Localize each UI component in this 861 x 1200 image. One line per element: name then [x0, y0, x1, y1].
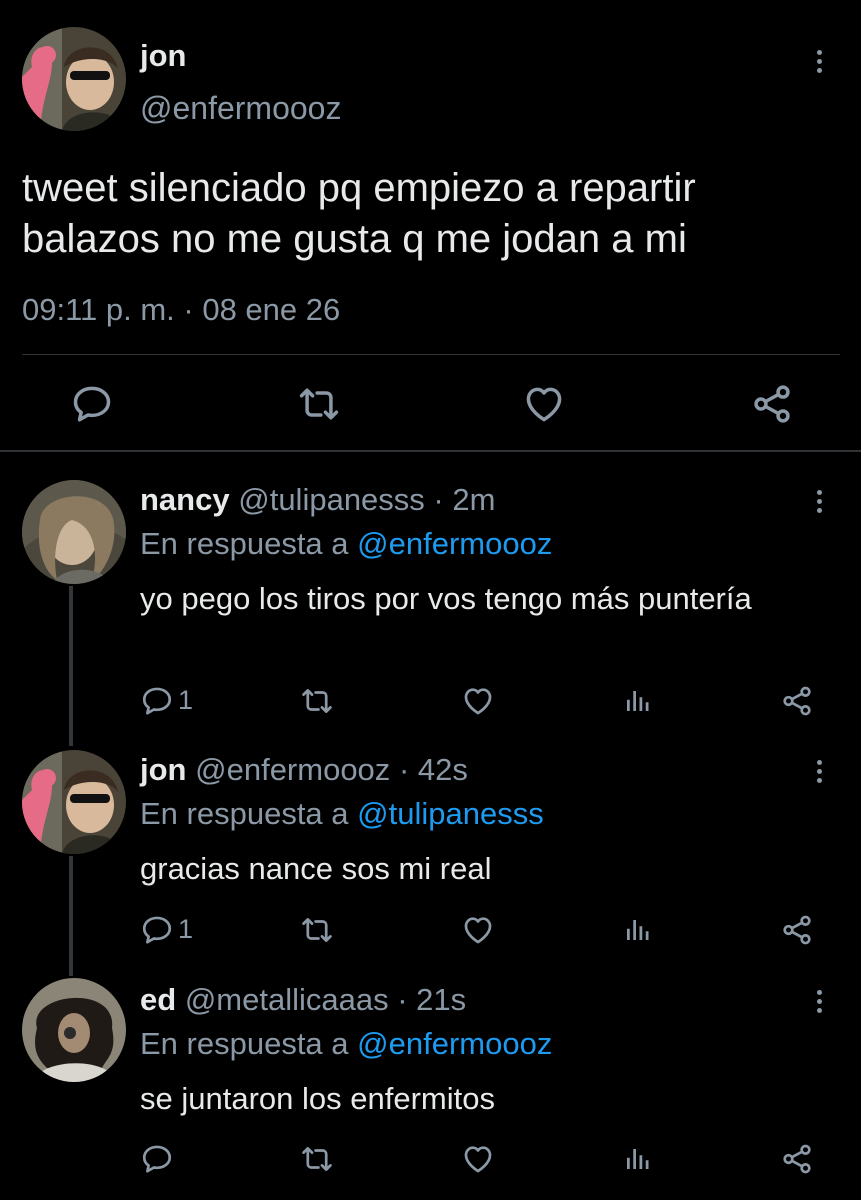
reply-text: yo pego los tiros por vos tengo más punt…	[140, 581, 752, 616]
replying-to: En respuesta a @tulipanesss	[140, 796, 544, 832]
avatar-reply[interactable]	[22, 978, 126, 1082]
heart-icon[interactable]	[522, 382, 566, 426]
reply-time: · 42s	[398, 752, 468, 787]
reply-count: 1	[178, 914, 194, 944]
reply-author-name[interactable]: jon	[140, 752, 187, 787]
heart-icon[interactable]	[461, 1142, 495, 1176]
divider	[0, 450, 861, 452]
replying-to-prefix: En respuesta a	[140, 796, 349, 831]
reply-header[interactable]: nancy @tulipanesss · 2m	[140, 482, 495, 518]
mention-link[interactable]: @enfermoooz	[357, 526, 552, 561]
replying-to: En respuesta a @enfermoooz	[140, 1026, 552, 1062]
reply-header[interactable]: ed @metallicaaas · 21s	[140, 982, 466, 1018]
replying-to-prefix: En respuesta a	[140, 1026, 349, 1061]
replying-to-prefix: En respuesta a	[140, 526, 349, 561]
reply-time: · 2m	[433, 482, 496, 517]
author-handle[interactable]: @enfermoooz	[140, 90, 341, 127]
reply-author-name[interactable]: ed	[140, 982, 176, 1017]
replying-to: En respuesta a @enfermoooz	[140, 526, 552, 562]
retweet-icon[interactable]	[300, 684, 334, 718]
analytics-icon[interactable]	[622, 686, 652, 716]
reply-icon[interactable]	[70, 382, 114, 426]
more-vertical-icon[interactable]	[810, 48, 830, 76]
avatar-main[interactable]	[22, 27, 126, 131]
reply-count: 1	[178, 685, 194, 715]
reply-time: · 21s	[397, 982, 467, 1017]
reply-author-handle[interactable]: @enfermoooz	[195, 752, 390, 787]
more-vertical-icon[interactable]	[810, 488, 830, 516]
analytics-icon[interactable]	[622, 915, 652, 945]
heart-icon[interactable]	[461, 913, 495, 947]
thread-line	[69, 856, 73, 976]
share-icon[interactable]	[750, 382, 794, 426]
share-icon[interactable]	[780, 1142, 814, 1176]
reply-author-handle[interactable]: @tulipanesss	[238, 482, 425, 517]
mention-link[interactable]: @tulipanesss	[357, 796, 544, 831]
tweet-text: tweet silenciado pq empiezo a repartir b…	[22, 166, 696, 261]
avatar-reply[interactable]	[22, 750, 126, 854]
reply-icon[interactable]	[140, 913, 174, 947]
analytics-icon[interactable]	[622, 1144, 652, 1174]
reply-text: gracias nance sos mi real	[140, 851, 492, 886]
more-vertical-icon[interactable]	[810, 988, 830, 1016]
avatar-reply[interactable]	[22, 480, 126, 584]
reply-text: se juntaron los enfermitos	[140, 1081, 495, 1116]
heart-icon[interactable]	[461, 684, 495, 718]
mention-link[interactable]: @enfermoooz	[357, 1026, 552, 1061]
reply-header[interactable]: jon @enfermoooz · 42s	[140, 752, 468, 788]
more-vertical-icon[interactable]	[810, 758, 830, 786]
reply-author-handle[interactable]: @metallicaaas	[185, 982, 389, 1017]
retweet-icon[interactable]	[300, 913, 334, 947]
retweet-icon[interactable]	[300, 1142, 334, 1176]
reply-author-name[interactable]: nancy	[140, 482, 230, 517]
reply-icon[interactable]	[140, 684, 174, 718]
share-icon[interactable]	[780, 684, 814, 718]
divider	[22, 354, 840, 355]
reply-icon[interactable]	[140, 1142, 174, 1176]
tweet-timestamp[interactable]: 09:11 p. m. · 08 ene 26	[22, 292, 340, 328]
author-name[interactable]: jon	[140, 38, 187, 74]
retweet-icon[interactable]	[297, 382, 341, 426]
thread-line	[69, 586, 73, 746]
share-icon[interactable]	[780, 913, 814, 947]
